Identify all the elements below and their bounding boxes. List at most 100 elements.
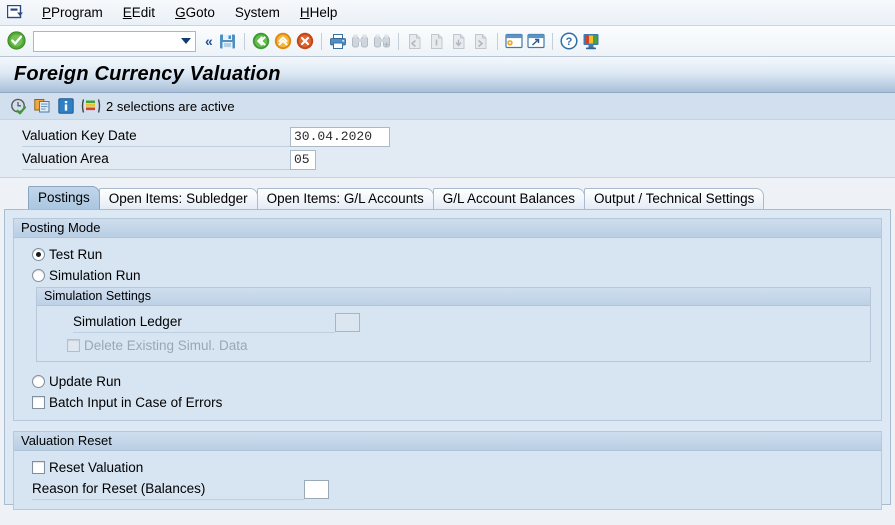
checkbox-row-batch-input[interactable]: Batch Input in Case of Errors — [32, 392, 881, 412]
valuation-area-input[interactable] — [290, 149, 316, 170]
menu-accel-h: H — [299, 5, 310, 20]
reason-for-reset-input[interactable] — [304, 480, 329, 499]
menu-item-edit[interactable]: EEdit — [113, 3, 165, 22]
checkbox-row-delete-existing: Delete Existing Simul. Data — [67, 335, 870, 355]
menu-bar: PProgram EEdit GGoto System HHelp — [0, 0, 895, 26]
group-simulation-settings-title: Simulation Settings — [37, 288, 870, 306]
menu-item-help[interactable]: HHelp — [290, 3, 348, 22]
reset-valuation-checkbox[interactable] — [32, 460, 45, 474]
checkbox-row-reset-valuation[interactable]: Reset Valuation — [32, 457, 881, 477]
create-session-button[interactable] — [503, 30, 525, 52]
question-mark-icon[interactable]: ? — [558, 30, 580, 52]
tab-output-technical-settings[interactable]: Output / Technical Settings — [584, 188, 765, 209]
last-page-button — [470, 30, 492, 52]
radio-row-simulation-run[interactable]: Simulation Run — [32, 265, 881, 285]
tab-postings[interactable]: Postings — [28, 186, 100, 209]
update-run-label: Update Run — [49, 373, 122, 389]
tab-strip: Postings Open Items: Subledger Open Item… — [0, 184, 895, 209]
sap-session-icon[interactable] — [4, 3, 26, 23]
group-valuation-reset-title: Valuation Reset — [14, 432, 881, 451]
valuation-key-date-input[interactable] — [290, 126, 390, 147]
next-page-button — [448, 30, 470, 52]
tab-postings-label: Postings — [38, 190, 90, 205]
find-next-button — [371, 30, 393, 52]
group-posting-mode: Posting Mode Test Run Simulation Run Sim… — [13, 218, 882, 421]
update-run-radio[interactable] — [32, 374, 45, 388]
first-page-button — [404, 30, 426, 52]
radio-row-update-run[interactable]: Update Run — [32, 371, 881, 391]
test-run-radio[interactable] — [32, 247, 45, 261]
group-simulation-settings-body: Simulation Ledger Delete Existing Simul.… — [37, 306, 870, 361]
field-row-simulation-ledger: Simulation Ledger — [73, 312, 870, 333]
page-title: Foreign Currency Valuation — [14, 63, 281, 85]
menu-item-goto-label: Goto — [185, 5, 215, 20]
tab-panel-postings: Posting Mode Test Run Simulation Run Sim… — [4, 209, 891, 510]
menu-item-system[interactable]: System — [225, 3, 290, 22]
batch-input-checkbox[interactable] — [32, 395, 45, 409]
execute-clock-check-icon[interactable] — [10, 98, 27, 115]
menu-item-goto[interactable]: GGoto — [165, 3, 225, 22]
page-title-bar: Foreign Currency Valuation — [0, 57, 895, 93]
tab-open-items-subledger[interactable]: Open Items: Subledger — [98, 188, 258, 209]
group-posting-mode-title: Posting Mode — [14, 219, 881, 238]
reason-for-reset-label: Reason for Reset (Balances) — [32, 480, 304, 500]
selection-options-icon[interactable] — [81, 98, 101, 114]
tab-output-technical-settings-label: Output / Technical Settings — [594, 191, 755, 206]
tab-gl-account-balances-label: G/L Account Balances — [442, 191, 576, 206]
valuation-key-date-label: Valuation Key Date — [22, 127, 290, 147]
find-button — [349, 30, 371, 52]
monitor-icon[interactable] — [580, 30, 602, 52]
valuation-area-label: Valuation Area — [22, 150, 290, 170]
menu-item-system-label: System — [234, 5, 280, 20]
toolbar-separator — [397, 32, 399, 50]
selection-status-bar: 2 selections are active — [0, 93, 895, 120]
radio-row-test-run[interactable]: Test Run — [32, 244, 881, 264]
tab-open-items-gl-accounts-label: Open Items: G/L Accounts — [266, 191, 424, 206]
menu-item-program[interactable]: PProgram — [32, 3, 113, 22]
toolbar-separator — [496, 32, 498, 50]
simulation-ledger-label: Simulation Ledger — [73, 313, 335, 333]
previous-page-button — [426, 30, 448, 52]
get-variant-icon[interactable] — [34, 98, 51, 114]
group-valuation-reset-body: Reset Valuation Reason for Reset (Balanc… — [14, 451, 881, 509]
delete-existing-simul-data-label: Delete Existing Simul. Data — [84, 337, 248, 353]
application-toolbar: « ? — [0, 26, 895, 57]
green-check-icon[interactable] — [7, 31, 27, 51]
field-row-reason-for-reset: Reason for Reset (Balances) — [32, 479, 881, 500]
back-button[interactable] — [250, 30, 272, 52]
selection-status-text: 2 selections are active — [106, 98, 235, 114]
group-posting-mode-body: Test Run Simulation Run Simulation Setti… — [14, 238, 881, 420]
menu-accel-e: E — [122, 5, 132, 20]
tab-gl-account-balances[interactable]: G/L Account Balances — [432, 188, 586, 209]
chevron-down-icon[interactable] — [181, 38, 191, 44]
shortcut-icon[interactable] — [525, 30, 547, 52]
print-button[interactable] — [327, 30, 349, 52]
field-row-valuation-area: Valuation Area — [22, 149, 895, 170]
simulation-ledger-input[interactable] — [335, 313, 360, 332]
menu-item-help-label: Help — [309, 5, 338, 20]
selection-fields-area: Valuation Key Date Valuation Area — [0, 120, 895, 178]
batch-input-label: Batch Input in Case of Errors — [49, 394, 223, 410]
cancel-button[interactable] — [294, 30, 316, 52]
information-icon[interactable] — [58, 98, 74, 114]
field-row-valuation-key-date: Valuation Key Date — [22, 126, 895, 147]
delete-existing-simul-data-checkbox — [67, 338, 80, 352]
menu-accel-g: G — [175, 5, 186, 20]
double-chevron-left-icon[interactable]: « — [205, 33, 213, 49]
simulation-run-radio[interactable] — [32, 268, 45, 282]
reset-valuation-label: Reset Valuation — [49, 459, 144, 475]
group-simulation-settings: Simulation Settings Simulation Ledger De… — [36, 287, 871, 362]
command-field[interactable] — [33, 30, 196, 52]
toolbar-separator — [243, 32, 245, 50]
svg-text:?: ? — [565, 36, 572, 48]
tab-open-items-subledger-label: Open Items: Subledger — [108, 191, 248, 206]
toolbar-separator — [320, 32, 322, 50]
menu-item-edit-label: Edit — [131, 5, 156, 20]
save-button[interactable] — [217, 30, 239, 52]
group-valuation-reset: Valuation Reset Reset Valuation Reason f… — [13, 431, 882, 510]
tab-open-items-gl-accounts[interactable]: Open Items: G/L Accounts — [256, 188, 434, 209]
menu-accel-p: P — [42, 5, 52, 20]
exit-button[interactable] — [272, 30, 294, 52]
test-run-label: Test Run — [49, 246, 103, 262]
